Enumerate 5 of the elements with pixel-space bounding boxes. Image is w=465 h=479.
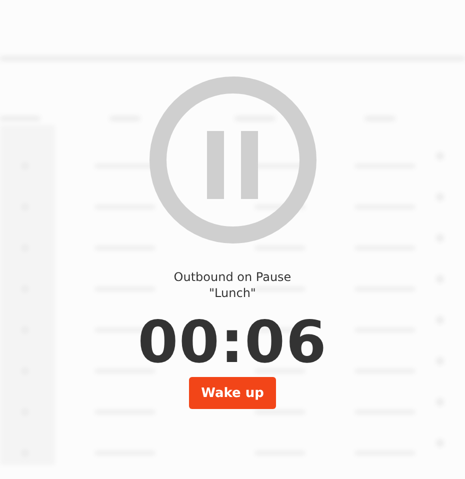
pause-icon (148, 76, 316, 244)
elapsed-timer: 00:06 (138, 309, 328, 375)
pause-reason-text: "Lunch" (209, 285, 256, 301)
pause-status-text: Outbound on Pause (174, 269, 292, 285)
wake-up-button[interactable]: Wake up (189, 377, 276, 409)
